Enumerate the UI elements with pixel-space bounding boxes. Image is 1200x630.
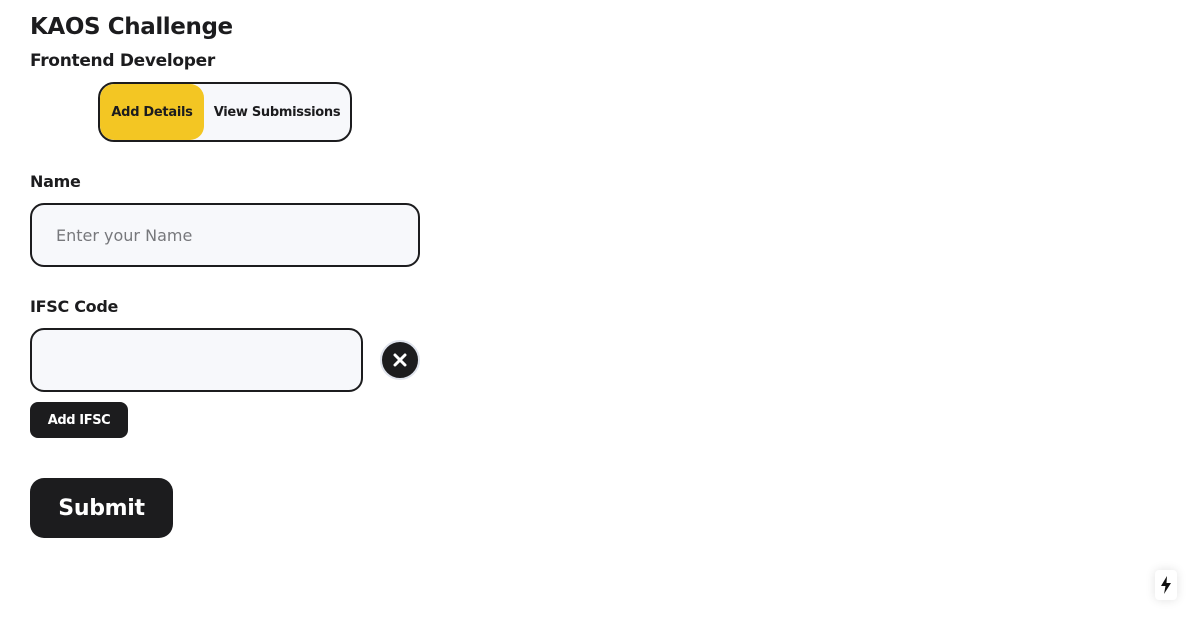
page: KAOS Challenge Frontend Developer Add De… xyxy=(0,0,1200,630)
ifsc-input[interactable] xyxy=(30,328,363,392)
name-label: Name xyxy=(30,172,81,191)
tab-add-details[interactable]: Add Details xyxy=(100,84,204,140)
lightning-icon xyxy=(1161,576,1171,594)
page-title: KAOS Challenge xyxy=(30,14,233,40)
tab-switcher: Add Details View Submissions xyxy=(98,82,352,142)
submit-button[interactable]: Submit xyxy=(30,478,173,538)
close-icon xyxy=(393,353,407,367)
remove-ifsc-button[interactable] xyxy=(380,340,420,380)
name-input[interactable] xyxy=(30,203,420,267)
page-subtitle: Frontend Developer xyxy=(30,51,215,71)
tab-view-submissions[interactable]: View Submissions xyxy=(204,84,350,140)
add-ifsc-button[interactable]: Add IFSC xyxy=(30,402,128,438)
ifsc-label: IFSC Code xyxy=(30,297,119,316)
corner-badge[interactable] xyxy=(1155,570,1177,600)
